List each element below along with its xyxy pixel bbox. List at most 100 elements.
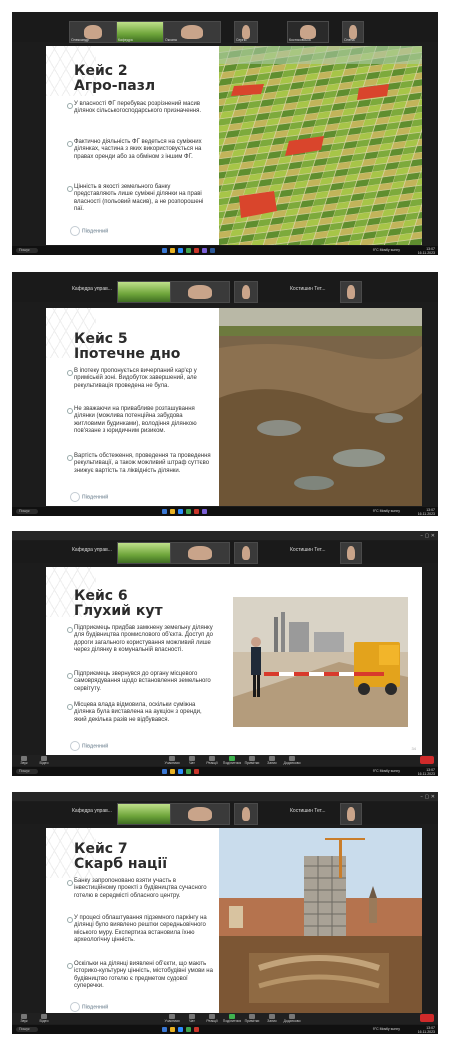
taskbar-app-icon[interactable] xyxy=(194,769,199,774)
taskbar-app-icon[interactable] xyxy=(178,1027,183,1032)
participant-name: Кафедра xyxy=(118,38,133,42)
taskbar-app-icon[interactable] xyxy=(210,248,215,253)
taskbar-weather[interactable]: 9°C Mostly sunny xyxy=(373,509,400,513)
aerial-fields-image xyxy=(219,46,422,245)
taskbar-search[interactable]: Пошук xyxy=(16,248,38,253)
participant-tile[interactable] xyxy=(234,281,258,303)
taskbar-weather[interactable]: 9°C Mostly sunny xyxy=(373,248,400,252)
taskbar-clock[interactable]: 13:07 16.11.2023 xyxy=(418,247,435,255)
taskbar-clock[interactable]: 13:07 16.11.2023 xyxy=(418,1026,435,1034)
chat-button[interactable]: Чат xyxy=(182,1014,202,1023)
participant-strip: Кафедра управ... Костишин Тет... xyxy=(12,280,438,303)
more-button[interactable]: Додатково xyxy=(282,1014,302,1023)
taskbar-app-icon[interactable] xyxy=(194,1027,199,1032)
participants-button[interactable]: Учасники xyxy=(162,1014,182,1023)
taskbar-app-icon[interactable] xyxy=(170,1027,175,1032)
taskbar-search[interactable]: Пошук xyxy=(16,769,38,774)
taskbar-app-icon[interactable] xyxy=(170,509,175,514)
reactions-button[interactable]: Реакції xyxy=(202,1014,222,1023)
participant-tile[interactable]: Сергій xyxy=(234,21,258,43)
leave-button[interactable] xyxy=(420,756,434,764)
taskbar-app-icon[interactable] xyxy=(194,509,199,514)
logo-text: Південний xyxy=(82,1004,109,1011)
taskbar-app-icon[interactable] xyxy=(202,509,207,514)
participants-button[interactable]: Учасники xyxy=(162,756,182,765)
mute-button[interactable]: Звук xyxy=(14,756,34,765)
slide-title-line1: Кейс 6 xyxy=(74,588,128,604)
participant-tile[interactable] xyxy=(340,281,362,303)
participant-tile[interactable] xyxy=(170,803,230,825)
screenshot-case-7: – ▢ ✕ Кафедра управ... Костишин Тет... К… xyxy=(12,792,438,1034)
slide-bullet: Вартість обстеження, проведення та прове… xyxy=(67,453,214,475)
participant-strip: Олександр Кафедра Оксана Сергій Костиков… xyxy=(12,20,438,43)
record-button[interactable]: Запис xyxy=(262,1014,282,1023)
taskbar-app-icon[interactable] xyxy=(186,769,191,774)
participant-tile[interactable]: Оксана xyxy=(163,21,221,43)
reactions-button[interactable]: Реакції xyxy=(202,756,222,765)
record-label: Запис xyxy=(267,1019,277,1023)
participant-tile[interactable] xyxy=(340,803,362,825)
participant-tile[interactable] xyxy=(117,542,171,564)
notes-button[interactable]: Примітки xyxy=(242,756,262,765)
windows-taskbar: Пошук 9°C Mostly sunny 13:07 16.11.2023 xyxy=(12,767,438,776)
taskbar-weather[interactable]: 9°C Mostly sunny xyxy=(373,1027,400,1031)
taskbar-app-icon[interactable] xyxy=(178,509,183,514)
share-label: Поділитися xyxy=(222,1019,242,1023)
more-label: Додатково xyxy=(283,761,301,765)
slide-title: Кейс 7 Скарб нації xyxy=(74,842,167,872)
participant-tile[interactable]: Костиковська xyxy=(287,21,329,43)
slide-bullet: Банку запропоновано взяти участь в інвес… xyxy=(67,878,214,900)
taskbar-search[interactable]: Пошук xyxy=(16,509,38,514)
participant-tile[interactable] xyxy=(340,542,362,564)
participant-tile[interactable] xyxy=(170,281,230,303)
video-button[interactable]: Відео xyxy=(34,756,54,765)
participant-tile[interactable] xyxy=(117,803,171,825)
taskbar-app-icon[interactable] xyxy=(162,248,167,253)
taskbar-app-icon[interactable] xyxy=(202,248,207,253)
slide-text-panel: Кейс 5 Іпотечне дно В іпотеку пропонуєть… xyxy=(46,308,219,506)
participant-tile[interactable]: Олена xyxy=(342,21,364,43)
logo-mark-icon xyxy=(70,1002,80,1012)
taskbar-app-icon[interactable] xyxy=(162,509,167,514)
taskbar-app-icon[interactable] xyxy=(186,509,191,514)
taskbar-clock[interactable]: 13:07 16.11.2023 xyxy=(418,768,435,776)
participants-label: Учасники xyxy=(164,1019,180,1023)
participant-tile[interactable] xyxy=(234,803,258,825)
chat-button[interactable]: Чат xyxy=(182,756,202,765)
taskbar-app-icon[interactable] xyxy=(178,248,183,253)
taskbar-clock[interactable]: 13:07 16.11.2023 xyxy=(418,508,435,516)
window-controls-icon[interactable]: – ▢ ✕ xyxy=(420,794,435,800)
taskbar-app-icon[interactable] xyxy=(178,769,183,774)
taskbar-app-icon[interactable] xyxy=(194,248,199,253)
taskbar-app-icon[interactable] xyxy=(162,1027,167,1032)
taskbar-app-icon[interactable] xyxy=(162,769,167,774)
record-button[interactable]: Запис xyxy=(262,756,282,765)
slide-image-building-excavation xyxy=(219,828,422,1013)
participant-tile[interactable]: Кафедра xyxy=(116,21,164,43)
mute-button[interactable]: Звук xyxy=(14,1014,34,1023)
more-label: Додатково xyxy=(283,1019,301,1023)
taskbar-app-icon[interactable] xyxy=(186,248,191,253)
participant-tile[interactable] xyxy=(170,542,230,564)
taskbar-app-icon[interactable] xyxy=(170,769,175,774)
share-button[interactable]: Поділитися xyxy=(222,756,242,765)
leave-button[interactable] xyxy=(420,1014,434,1022)
taskbar-app-icon[interactable] xyxy=(170,248,175,253)
slide-title: Кейс 2 Агро-пазл xyxy=(74,64,155,94)
notes-button[interactable]: Примітки xyxy=(242,1014,262,1023)
participant-tile[interactable] xyxy=(234,542,258,564)
participant-tile[interactable]: Олександр xyxy=(69,21,117,43)
window-controls-icon[interactable]: – ▢ ✕ xyxy=(420,533,435,539)
slide-text-panel: Кейс 6 Глухий кут Підприємець придбав за… xyxy=(46,567,219,755)
video-button[interactable]: Відео xyxy=(34,1014,54,1023)
more-button[interactable]: Додатково xyxy=(282,756,302,765)
taskbar-weather[interactable]: 9°C Mostly sunny xyxy=(373,769,400,773)
taskbar-search[interactable]: Пошук xyxy=(16,1027,38,1032)
participants-label: Учасники xyxy=(164,761,180,765)
participant-name: Сергій xyxy=(236,38,247,42)
share-button[interactable]: Поділитися xyxy=(222,1014,242,1023)
logo-mark-icon xyxy=(70,741,80,751)
participant-tile[interactable] xyxy=(117,281,171,303)
taskbar-app-icon[interactable] xyxy=(186,1027,191,1032)
zoom-meeting-controls: Звук Відео Учасники Чат Реакції Поділити… xyxy=(12,1013,438,1024)
